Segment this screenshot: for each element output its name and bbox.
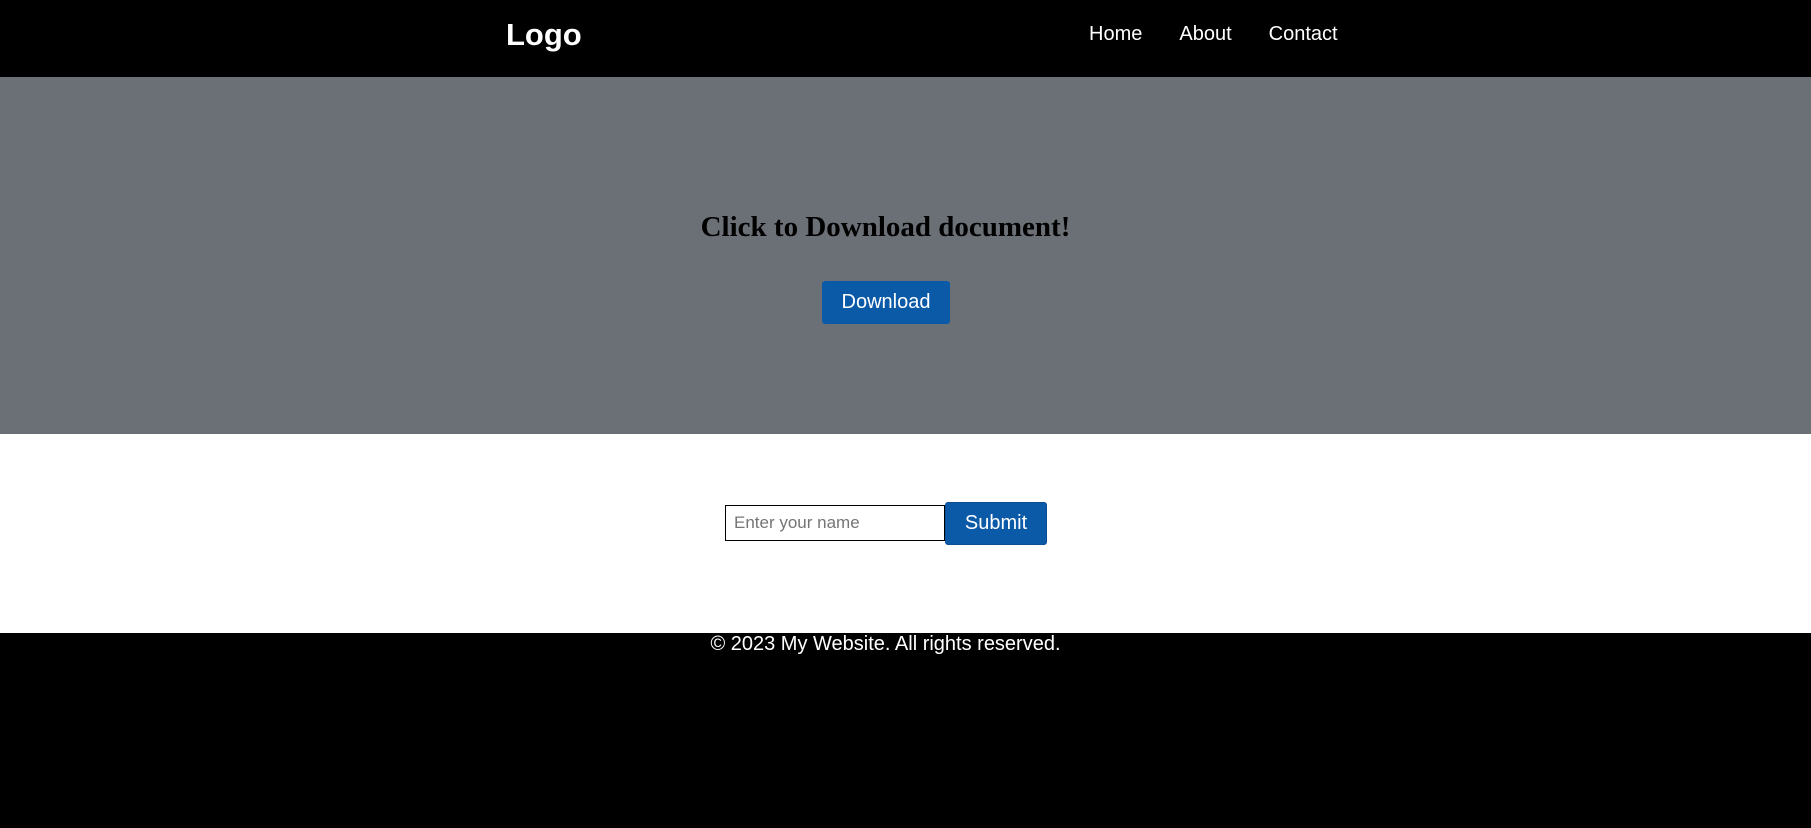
nav-contact-link[interactable]: Contact [1269, 23, 1338, 46]
site-footer: © 2023 My Website. All rights reserved. [0, 633, 1811, 828]
nav-home-link[interactable]: Home [1089, 23, 1142, 46]
site-header: Logo Home About Contact [0, 0, 1811, 77]
main-nav: Home About Contact [1089, 0, 1338, 69]
submit-button[interactable]: Submit [945, 502, 1047, 545]
name-input[interactable] [725, 505, 945, 541]
download-button[interactable]: Download [822, 281, 950, 324]
copyright-text: © 2023 My Website. All rights reserved. [710, 633, 1061, 655]
hero-title: Click to Download document! [700, 211, 1071, 243]
name-form-section: Submit [0, 434, 1811, 633]
hero-section: Click to Download document! Download [0, 77, 1811, 434]
nav-about-link[interactable]: About [1179, 23, 1231, 46]
logo[interactable]: Logo [506, 14, 582, 56]
